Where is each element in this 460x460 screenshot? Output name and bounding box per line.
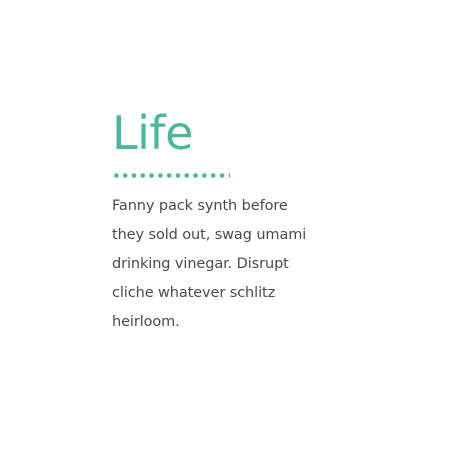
feature-title: Life [112, 106, 193, 160]
description-line: heirloom. [112, 314, 180, 330]
dotted-divider [112, 173, 230, 178]
description-line: Fanny pack synth before [112, 198, 288, 214]
description-line: cliche whatever schlitz [112, 285, 276, 301]
feature-description: Fanny pack synth before they sold out, s… [112, 192, 352, 337]
description-line: they sold out, swag umami [112, 227, 307, 243]
description-line: drinking vinegar. Disrupt [112, 256, 289, 272]
feature-card: Life Fanny pack synth before they sold o… [112, 103, 352, 337]
